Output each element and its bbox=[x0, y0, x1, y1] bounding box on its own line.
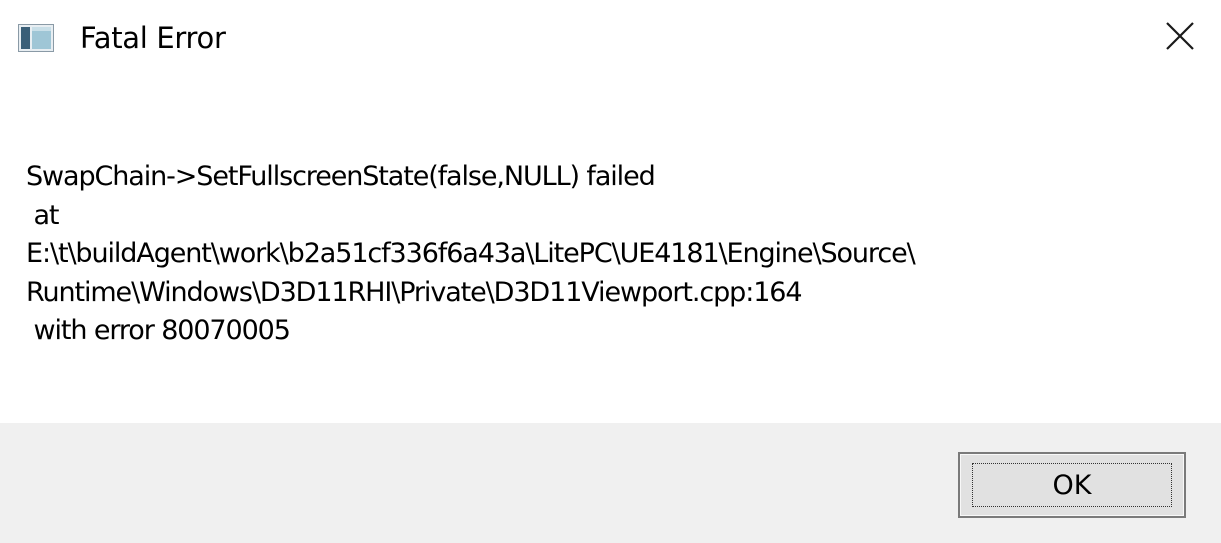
error-message-line: with error 80070005 bbox=[26, 315, 290, 346]
title-bar[interactable]: Fatal Error bbox=[0, 0, 1221, 80]
error-message-line: SwapChain->SetFullscreenState(false,NULL… bbox=[26, 161, 656, 192]
error-message-line: E:\t\buildAgent\work\b2a51cf336f6a43a\Li… bbox=[26, 238, 916, 269]
ok-button-label: OK bbox=[972, 463, 1172, 507]
application-window-icon bbox=[18, 24, 54, 52]
close-button[interactable] bbox=[1150, 8, 1210, 68]
error-message: SwapChain->SetFullscreenState(false,NULL… bbox=[26, 158, 916, 351]
fatal-error-dialog: Fatal Error SwapChain->SetFullscreenStat… bbox=[0, 0, 1221, 543]
window-title: Fatal Error bbox=[80, 21, 226, 55]
error-message-line: at bbox=[26, 199, 59, 231]
close-icon bbox=[1165, 21, 1195, 55]
message-area: SwapChain->SetFullscreenState(false,NULL… bbox=[0, 80, 1221, 423]
button-bar: OK bbox=[0, 423, 1221, 543]
ok-button[interactable]: OK bbox=[958, 452, 1186, 518]
error-message-line: Runtime\Windows\D3D11RHI\Private\D3D11Vi… bbox=[26, 276, 803, 308]
